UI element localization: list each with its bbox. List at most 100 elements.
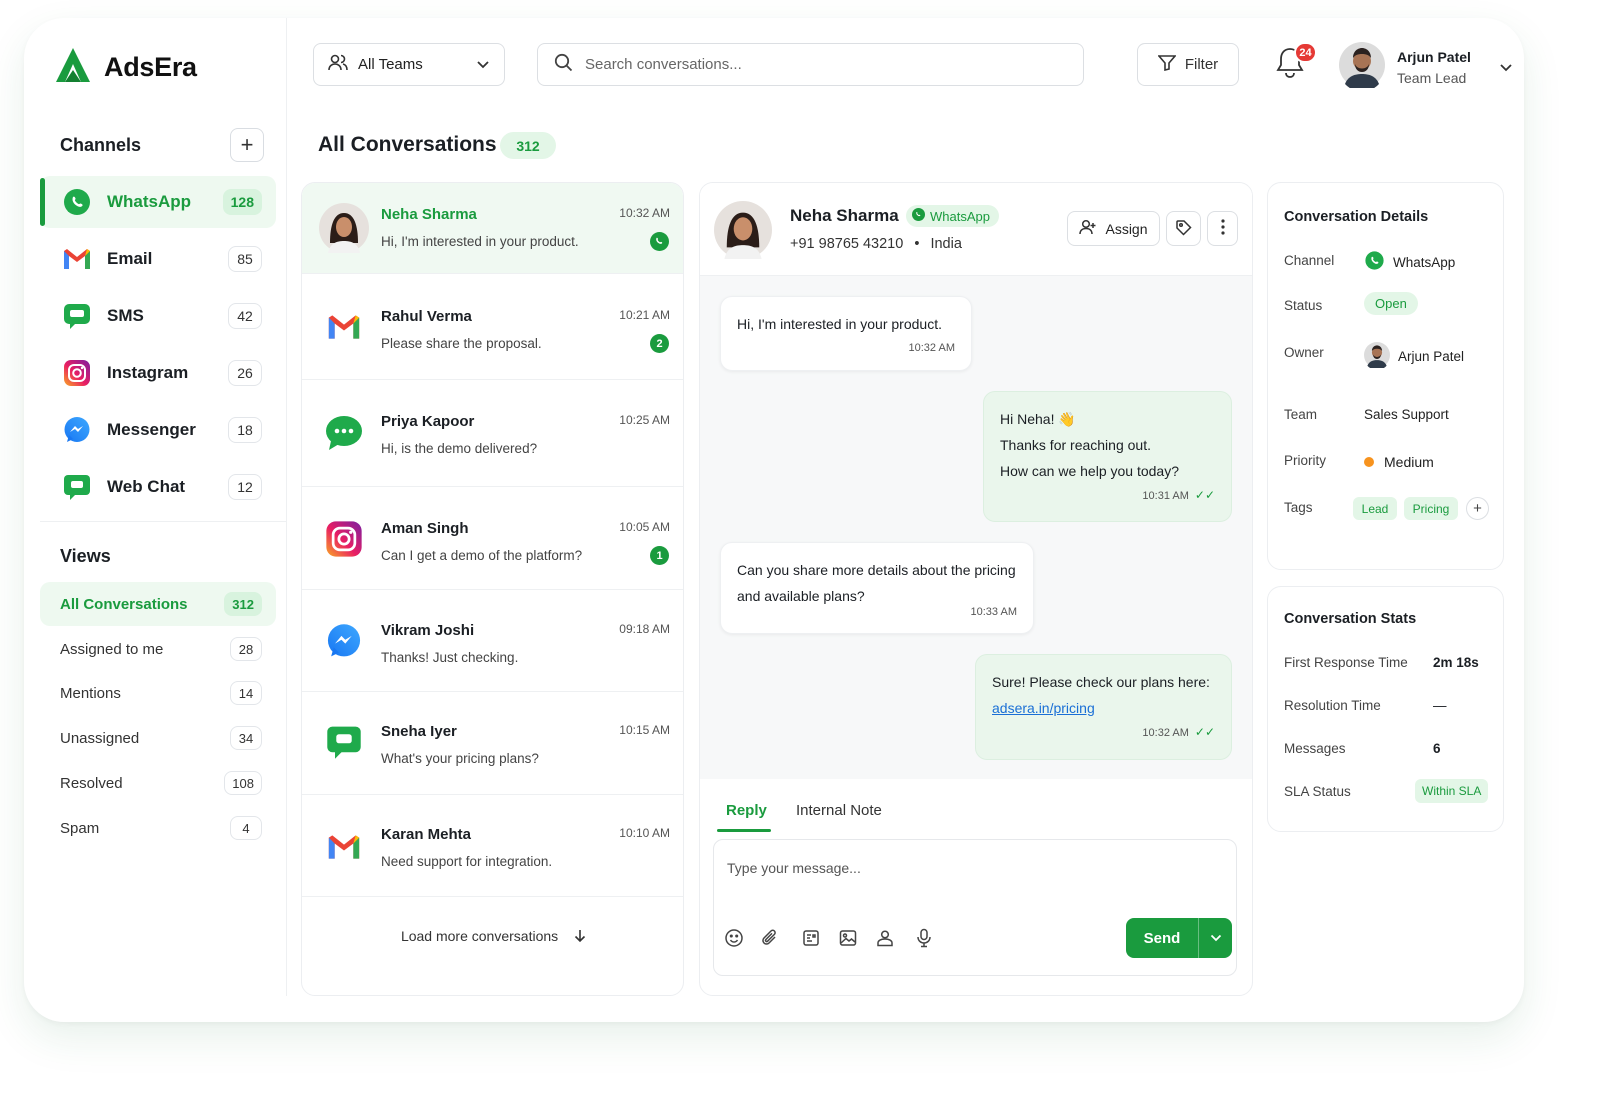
user-info: Arjun Patel Team Lead [1397,49,1471,86]
sidebar-item-label: WhatsApp [107,192,192,211]
detail-value[interactable]: Sales Support [1364,407,1449,422]
detail-label: Team [1284,407,1318,422]
emoji-icon[interactable] [723,927,745,949]
list-item[interactable]: Rahul Verma Please share the proposal. 1… [302,274,683,380]
double-check-icon: ✓✓ [1194,725,1215,739]
send-button[interactable]: Send [1126,918,1232,958]
microphone-icon[interactable] [913,927,935,949]
contact-name: Neha Sharma [790,206,899,225]
sidebar-item-label: SMS [107,306,144,325]
message-text: Can you share more details about the pri… [737,562,1016,578]
divider [40,521,286,522]
conversation-time: 10:05 AM [619,520,670,534]
attachment-icon[interactable] [759,927,781,949]
filter-label: Filter [1184,56,1219,73]
tag-lead[interactable]: Lead [1353,497,1397,520]
tab-internal-note[interactable]: Internal Note [796,802,882,819]
detail-label: Priority [1284,453,1327,468]
view-all-conversations[interactable]: All Conversations 312 [40,582,276,626]
detail-owner-value[interactable]: Arjun Patel [1364,342,1464,371]
sidebar-item-count: 128 [222,189,262,215]
detail-label: Owner [1284,345,1324,360]
views-header: Views [60,546,264,567]
conversation-preview: Need support for integration. [381,854,553,869]
add-channel-button[interactable]: + [230,128,264,162]
load-more-button[interactable]: Load more conversations [302,928,683,946]
contact-meta: +91 98765 43210 • India [790,236,962,252]
channels-title: Channels [60,134,142,155]
double-check-icon: ✓✓ [1194,488,1215,502]
add-tag-button[interactable]: + [1466,497,1489,520]
channel-pill-label: WhatsApp [930,208,990,224]
detail-priority-value[interactable]: Medium [1364,454,1434,470]
detail-status-value[interactable]: Open [1364,292,1418,315]
sidebar-item-count: 26 [228,360,262,386]
message-text: Hi, I'm interested in your product. [737,316,942,332]
view-count: 14 [230,681,262,705]
stat-label: Messages [1284,741,1346,756]
message-outgoing: Sure! Please check our plans here: adser… [975,654,1232,760]
message-incoming: Can you share more details about the pri… [720,542,1034,634]
unread-badge: 2 [650,334,669,353]
brand-name: AdsEra [104,52,197,82]
sidebar-item-whatsapp[interactable]: WhatsApp 128 [40,176,276,228]
brand[interactable]: AdsEra [54,46,197,89]
conversation-time: 09:18 AM [619,622,670,636]
sidebar-item-count: 42 [228,303,262,329]
pricing-link[interactable]: adsera.in/pricing [992,700,1095,716]
list-item[interactable]: Neha Sharma Hi, I'm interested in your p… [302,183,683,274]
sidebar-item-webchat[interactable]: Web Chat 12 [40,461,276,513]
send-label: Send [1143,929,1181,947]
messenger-icon [62,415,92,445]
view-mentions[interactable]: Mentions 14 [40,671,276,715]
chevron-down-icon [476,56,490,74]
list-item[interactable]: Karan Mehta Need support for integration… [302,795,683,897]
sidebar-item-instagram[interactable]: Instagram 26 [40,347,276,399]
list-item[interactable]: Sneha Iyer What's your pricing plans? 10… [302,692,683,795]
assign-button[interactable]: Assign [1067,211,1160,246]
sidebar-item-email[interactable]: Email 85 [40,233,276,285]
search-icon [554,53,573,77]
user-name: Arjun Patel [1397,49,1471,65]
chevron-down-icon[interactable] [1198,918,1232,958]
conversation-time: 10:25 AM [619,413,670,427]
template-icon[interactable] [800,927,822,949]
detail-value: Medium [1384,454,1434,470]
message-input[interactable] [727,860,1207,900]
view-unassigned[interactable]: Unassigned 34 [40,716,276,760]
conversation-preview: Hi, I'm interested in your product. [381,234,579,249]
sidebar-item-messenger[interactable]: Messenger 18 [40,404,276,456]
view-count: 28 [230,637,262,661]
conversation-preview: What's your pricing plans? [381,751,539,766]
channels-header: Channels + [60,128,264,162]
list-item[interactable]: Aman Singh Can I get a demo of the platf… [302,487,683,590]
more-vertical-icon [1220,219,1225,238]
tag-pricing[interactable]: Pricing [1404,497,1458,520]
priority-dot [1364,457,1374,467]
view-spam[interactable]: Spam 4 [40,806,276,850]
chat-panel: Neha Sharma WhatsApp +91 98765 43210 • I… [699,182,1253,996]
tab-reply[interactable]: Reply [726,802,767,819]
filter-button[interactable]: Filter [1137,43,1239,86]
conversation-name: Aman Singh [381,520,469,537]
contact-icon[interactable] [874,927,896,949]
view-resolved[interactable]: Resolved 108 [40,761,276,805]
list-item[interactable]: Vikram Joshi Thanks! Just checking. 09:1… [302,590,683,692]
search-input[interactable] [585,56,1067,73]
conversation-preview: Please share the proposal. [381,336,542,351]
tag-button[interactable] [1166,211,1201,246]
stat-value: 2m 18s [1433,655,1479,670]
sidebar-item-count: 18 [228,417,262,443]
more-options-button[interactable] [1207,211,1238,246]
image-icon[interactable] [837,927,859,949]
sidebar-item-count: 12 [228,474,262,500]
teams-dropdown[interactable]: All Teams [313,43,505,86]
sidebar-item-sms[interactable]: SMS 42 [40,290,276,342]
view-assigned-to-me[interactable]: Assigned to me 28 [40,627,276,671]
list-item[interactable]: Priya Kapoor Hi, is the demo delivered? … [302,380,683,487]
message-text: Sure! Please check our plans here: [992,674,1210,690]
user-menu[interactable]: Arjun Patel Team Lead [1339,42,1513,93]
user-plus-icon [1079,219,1097,238]
users-icon [328,53,348,76]
notification-count-badge: 24 [1294,42,1317,63]
